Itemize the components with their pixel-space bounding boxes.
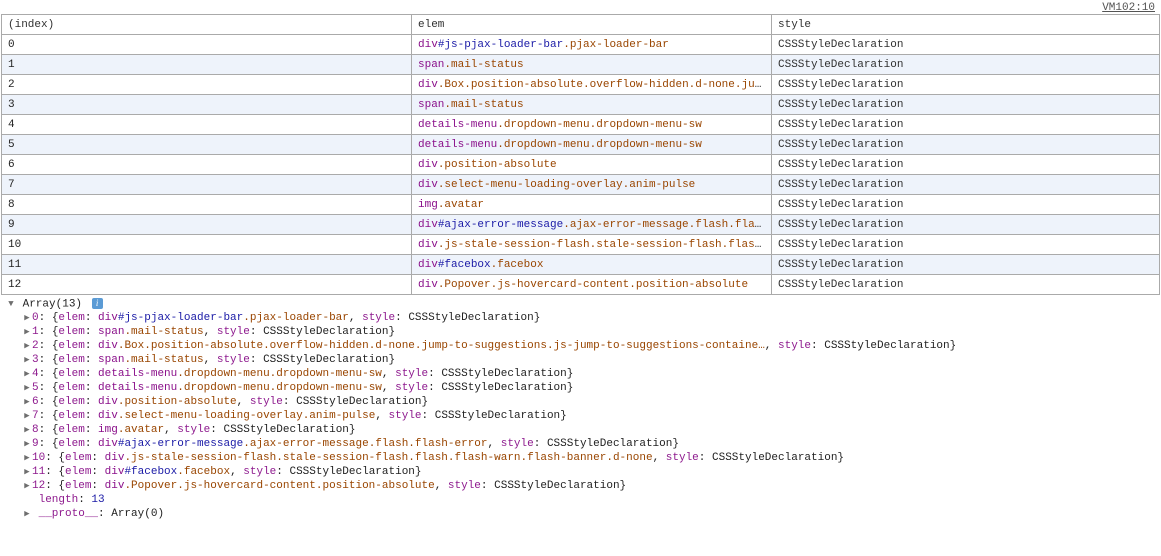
disclosure-triangle-icon[interactable] <box>22 313 32 323</box>
disclosure-triangle-icon[interactable] <box>22 425 32 435</box>
cell-elem: div.position-absolute <box>412 155 772 175</box>
cell-style: CSSStyleDeclaration <box>772 255 1160 275</box>
cell-index: 0 <box>2 35 412 55</box>
array-entry[interactable]: 10: {elem: div.js-stale-session-flash.st… <box>16 451 1161 465</box>
array-entry[interactable]: 3: {elem: span.mail-status, style: CSSSt… <box>16 353 1161 367</box>
disclosure-triangle-icon[interactable] <box>22 509 32 519</box>
array-entry[interactable]: 12: {elem: div.Popover.js-hovercard-cont… <box>16 479 1161 493</box>
disclosure-triangle-icon[interactable] <box>22 383 32 393</box>
array-entry[interactable]: 0: {elem: div#js-pjax-loader-bar.pjax-lo… <box>16 311 1161 325</box>
cell-index: 1 <box>2 55 412 75</box>
table-row[interactable]: 3span.mail-statusCSSStyleDeclaration <box>2 95 1160 115</box>
cell-style: CSSStyleDeclaration <box>772 215 1160 235</box>
cell-index: 8 <box>2 195 412 215</box>
cell-style: CSSStyleDeclaration <box>772 275 1160 295</box>
array-entry[interactable]: 2: {elem: div.Box.position-absolute.over… <box>16 339 1161 353</box>
table-row[interactable]: 10div.js-stale-session-flash.stale-sessi… <box>2 235 1160 255</box>
array-entry[interactable]: 8: {elem: img.avatar, style: CSSStyleDec… <box>16 423 1161 437</box>
disclosure-triangle-icon[interactable] <box>22 355 32 365</box>
disclosure-triangle-icon[interactable] <box>6 299 16 309</box>
cell-elem: div#js-pjax-loader-bar.pjax-loader-bar <box>412 35 772 55</box>
disclosure-triangle-icon[interactable] <box>22 439 32 449</box>
array-root[interactable]: Array(13) i <box>0 297 1161 311</box>
cell-elem: details-menu.dropdown-menu.dropdown-menu… <box>412 115 772 135</box>
array-entry[interactable]: 11: {elem: div#facebox.facebox, style: C… <box>16 465 1161 479</box>
cell-index: 9 <box>2 215 412 235</box>
array-entry[interactable]: 5: {elem: details-menu.dropdown-menu.dro… <box>16 381 1161 395</box>
table-row[interactable]: 9div#ajax-error-message.ajax-error-messa… <box>2 215 1160 235</box>
table-row[interactable]: 6div.position-absoluteCSSStyleDeclaratio… <box>2 155 1160 175</box>
disclosure-triangle-icon[interactable] <box>22 327 32 337</box>
cell-index: 5 <box>2 135 412 155</box>
cell-elem: span.mail-status <box>412 55 772 75</box>
cell-elem: div.Box.position-absolute.overflow-hidde… <box>412 75 772 95</box>
disclosure-triangle-icon[interactable] <box>22 341 32 351</box>
table-row[interactable]: 7div.select-menu-loading-overlay.anim-pu… <box>2 175 1160 195</box>
disclosure-triangle-icon[interactable] <box>22 481 32 491</box>
cell-style: CSSStyleDeclaration <box>772 175 1160 195</box>
cell-elem: div#ajax-error-message.ajax-error-messag… <box>412 215 772 235</box>
table-row[interactable]: 1span.mail-statusCSSStyleDeclaration <box>2 55 1160 75</box>
array-entry[interactable]: 1: {elem: span.mail-status, style: CSSSt… <box>16 325 1161 339</box>
array-length[interactable]: length: 13 <box>16 493 1161 507</box>
cell-index: 3 <box>2 95 412 115</box>
table-row[interactable]: 8img.avatarCSSStyleDeclaration <box>2 195 1160 215</box>
disclosure-triangle-icon[interactable] <box>22 453 32 463</box>
table-row[interactable]: 4details-menu.dropdown-menu.dropdown-men… <box>2 115 1160 135</box>
cell-index: 11 <box>2 255 412 275</box>
cell-index: 4 <box>2 115 412 135</box>
table-row[interactable]: 5details-menu.dropdown-menu.dropdown-men… <box>2 135 1160 155</box>
cell-index: 10 <box>2 235 412 255</box>
cell-elem: div.Popover.js-hovercard-content.positio… <box>412 275 772 295</box>
cell-style: CSSStyleDeclaration <box>772 195 1160 215</box>
cell-index: 7 <box>2 175 412 195</box>
cell-elem: span.mail-status <box>412 95 772 115</box>
col-index[interactable]: (index) <box>2 15 412 35</box>
array-entry[interactable]: 9: {elem: div#ajax-error-message.ajax-er… <box>16 437 1161 451</box>
array-entry[interactable]: 4: {elem: details-menu.dropdown-menu.dro… <box>16 367 1161 381</box>
disclosure-triangle-icon[interactable] <box>22 397 32 407</box>
table-row[interactable]: 2div.Box.position-absolute.overflow-hidd… <box>2 75 1160 95</box>
cell-elem: details-menu.dropdown-menu.dropdown-menu… <box>412 135 772 155</box>
cell-index: 6 <box>2 155 412 175</box>
cell-style: CSSStyleDeclaration <box>772 135 1160 155</box>
cell-elem: div.js-stale-session-flash.stale-session… <box>412 235 772 255</box>
disclosure-triangle-icon[interactable] <box>22 411 32 421</box>
array-entry[interactable]: 6: {elem: div.position-absolute, style: … <box>16 395 1161 409</box>
cell-elem: div.select-menu-loading-overlay.anim-pul… <box>412 175 772 195</box>
source-link[interactable]: VM102:10 <box>1102 2 1155 14</box>
cell-style: CSSStyleDeclaration <box>772 235 1160 255</box>
cell-style: CSSStyleDeclaration <box>772 155 1160 175</box>
table-header-row: (index) elem style <box>2 15 1160 35</box>
col-elem[interactable]: elem <box>412 15 772 35</box>
cell-style: CSSStyleDeclaration <box>772 35 1160 55</box>
disclosure-triangle-icon[interactable] <box>22 467 32 477</box>
cell-index: 2 <box>2 75 412 95</box>
object-tree: Array(13) i 0: {elem: div#js-pjax-loader… <box>0 295 1161 525</box>
cell-style: CSSStyleDeclaration <box>772 95 1160 115</box>
array-entry[interactable]: 7: {elem: div.select-menu-loading-overla… <box>16 409 1161 423</box>
table-row[interactable]: 11div#facebox.faceboxCSSStyleDeclaration <box>2 255 1160 275</box>
cell-elem: img.avatar <box>412 195 772 215</box>
cell-index: 12 <box>2 275 412 295</box>
cell-style: CSSStyleDeclaration <box>772 55 1160 75</box>
col-style[interactable]: style <box>772 15 1160 35</box>
disclosure-triangle-icon[interactable] <box>22 369 32 379</box>
table-row[interactable]: 0div#js-pjax-loader-bar.pjax-loader-barC… <box>2 35 1160 55</box>
cell-style: CSSStyleDeclaration <box>772 75 1160 95</box>
console-table: (index) elem style 0div#js-pjax-loader-b… <box>1 14 1160 295</box>
array-proto[interactable]: __proto__: Array(0) <box>16 507 1161 521</box>
source-link-row: VM102:10 <box>0 0 1161 14</box>
info-icon[interactable]: i <box>92 298 103 309</box>
cell-style: CSSStyleDeclaration <box>772 115 1160 135</box>
cell-elem: div#facebox.facebox <box>412 255 772 275</box>
table-row[interactable]: 12div.Popover.js-hovercard-content.posit… <box>2 275 1160 295</box>
